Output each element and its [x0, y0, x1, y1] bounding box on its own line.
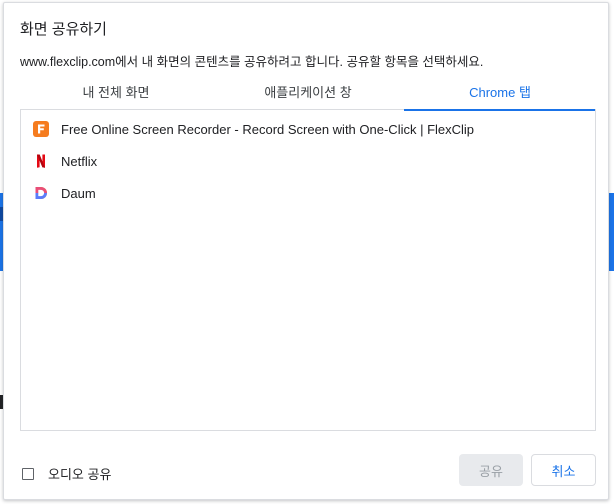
flexclip-favicon-icon [33, 121, 49, 137]
list-item-flexclip[interactable]: Free Online Screen Recorder - Record Scr… [21, 113, 595, 145]
share-button[interactable]: 공유 [459, 454, 523, 486]
tab-chrome-tab[interactable]: Chrome 탭 [404, 80, 596, 111]
screen-share-page: 화면 공유하기 www.flexclip.com에서 내 화면의 콘텐츠를 공유… [0, 0, 614, 504]
list-item-label: Free Online Screen Recorder - Record Scr… [61, 121, 475, 137]
share-audio-label: 오디오 공유 [48, 467, 112, 482]
background-blue-band [609, 193, 614, 271]
background-page-right-edge [609, 0, 614, 504]
cancel-button[interactable]: 취소 [531, 454, 596, 486]
dialog-title: 화면 공유하기 [20, 21, 107, 38]
list-item-daum[interactable]: Daum [21, 177, 595, 209]
daum-favicon-icon [35, 187, 47, 199]
list-item-label: Netflix [61, 153, 98, 169]
list-item-netflix[interactable]: Netflix [21, 145, 595, 177]
tab-application-window[interactable]: 애플리케이션 창 [212, 80, 404, 109]
share-audio-checkbox[interactable] [22, 467, 34, 480]
list-item-label: Daum [61, 185, 96, 201]
share-audio-checkbox-row[interactable]: 오디오 공유 [22, 464, 111, 483]
screen-share-dialog: 화면 공유하기 www.flexclip.com에서 내 화면의 콘텐츠를 공유… [3, 2, 609, 500]
source-tabs: 내 전체 화면 애플리케이션 창 Chrome 탭 [20, 80, 596, 111]
tab-entire-screen[interactable]: 내 전체 화면 [20, 80, 212, 109]
chrome-tab-list: Free Online Screen Recorder - Record Scr… [20, 109, 596, 431]
netflix-favicon-icon [37, 154, 45, 168]
dialog-subtitle: www.flexclip.com에서 내 화면의 콘텐츠를 공유하려고 합니다.… [20, 55, 484, 69]
